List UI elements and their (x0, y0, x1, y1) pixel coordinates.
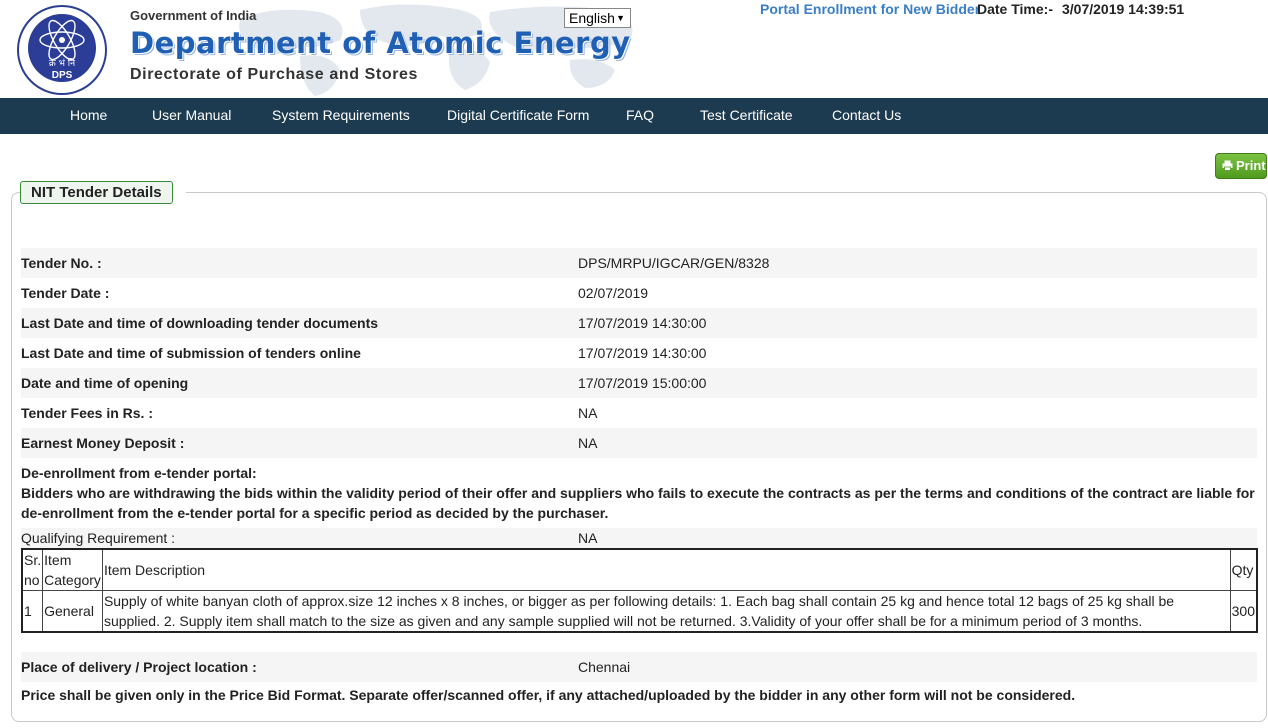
nav-digital-certificate-form[interactable]: Digital Certificate Form (447, 98, 589, 134)
cell-sr-no: 1 (21, 590, 44, 633)
price-bid-note: Price shall be given only in the Price B… (21, 687, 1076, 703)
detail-label: Date and time of opening (21, 375, 189, 391)
detail-label: Last Date and time of downloading tender… (21, 315, 379, 331)
detail-value: NA (578, 405, 598, 421)
detail-value: 17/07/2019 14:30:00 (578, 315, 707, 331)
government-of-india-text: Government of India (130, 8, 257, 23)
qualifying-requirement-row: Qualifying Requirement : NA (21, 528, 1257, 548)
qualifying-value: NA (578, 530, 598, 546)
cell-qty: 300 (1229, 590, 1258, 633)
main-navigation: Home User Manual System Requirements Dig… (0, 98, 1268, 134)
chevron-down-icon: ▼ (616, 13, 625, 23)
delivery-label: Place of delivery / Project location : (21, 659, 257, 675)
detail-row-tender-fees: Tender Fees in Rs. : NA (21, 398, 1257, 428)
svg-text:क्र भं नि: क्र भं नि (49, 57, 76, 69)
detail-label: Tender Date : (21, 285, 110, 301)
language-select-value: English (569, 10, 615, 26)
detail-row-emd: Earnest Money Deposit : NA (21, 428, 1257, 458)
date-time-value: 3/07/2019 14:39:51 (1062, 1, 1185, 17)
department-title: Department of Atomic Energy (130, 26, 631, 60)
table-row: 1 General Supply of white banyan cloth o… (21, 590, 1258, 633)
page-header: क्र भं नि DPS Government of India Depart… (0, 0, 1268, 98)
nav-contact-us[interactable]: Contact Us (832, 98, 901, 134)
detail-label: Tender Fees in Rs. : (21, 405, 153, 421)
svg-text:DPS: DPS (52, 70, 73, 81)
nav-faq[interactable]: FAQ (626, 98, 654, 134)
deenrollment-notice: De-enrollment from e-tender portal: Bidd… (21, 463, 1261, 523)
delivery-value: Chennai (578, 659, 631, 675)
table-header-row: Sr. no Item Category Item Description Qt… (21, 548, 1258, 591)
detail-row-tender-no: Tender No. : DPS/MRPU/IGCAR/GEN/8328 (21, 248, 1257, 278)
print-button[interactable]: Print (1215, 153, 1267, 179)
detail-row-last-download: Last Date and time of downloading tender… (21, 308, 1257, 338)
nav-user-manual[interactable]: User Manual (152, 98, 231, 134)
delivery-location-row: Place of delivery / Project location : C… (21, 652, 1257, 682)
detail-value: 17/07/2019 15:00:00 (578, 375, 707, 391)
detail-value: 17/07/2019 14:30:00 (578, 345, 707, 361)
qualifying-label: Qualifying Requirement : (21, 530, 176, 546)
detail-label: Tender No. : (21, 255, 102, 271)
deenrollment-title: De-enrollment from e-tender portal: (21, 465, 257, 481)
print-button-label: Print (1236, 158, 1266, 173)
cell-item-description: Supply of white banyan cloth of approx.s… (101, 590, 1231, 633)
column-header-sr-no: Sr. no (21, 548, 44, 591)
detail-value: 02/07/2019 (578, 285, 649, 301)
directorate-subtitle: Directorate of Purchase and Stores (130, 66, 419, 83)
detail-row-tender-date: Tender Date : 02/07/2019 (21, 278, 1257, 308)
dps-logo[interactable]: क्र भं नि DPS (8, 4, 116, 96)
deenrollment-text: Bidders who are withdrawing the bids wit… (21, 485, 1255, 521)
items-table: Sr. no Item Category Item Description Qt… (21, 548, 1258, 633)
nav-system-requirements[interactable]: System Requirements (272, 98, 410, 134)
detail-row-opening: Date and time of opening 17/07/2019 15:0… (21, 368, 1257, 398)
detail-label: Last Date and time of submission of tend… (21, 345, 361, 361)
portal-enrollment-link[interactable]: Portal Enrollment for New Bidder (760, 1, 980, 17)
column-header-item-description: Item Description (101, 548, 1231, 591)
nav-home[interactable]: Home (70, 98, 107, 134)
detail-row-last-submission: Last Date and time of submission of tend… (21, 338, 1257, 368)
nav-test-certificate[interactable]: Test Certificate (700, 98, 793, 134)
date-time-label: Date Time:- (977, 1, 1053, 17)
printer-icon (1222, 160, 1233, 171)
panel-title: NIT Tender Details (20, 181, 173, 204)
detail-value: NA (578, 435, 598, 451)
column-header-item-category: Item Category (42, 548, 103, 591)
cell-item-category: General (42, 590, 103, 633)
detail-label: Earnest Money Deposit : (21, 435, 185, 451)
language-select[interactable]: English ▼ (564, 8, 631, 28)
detail-value: DPS/MRPU/IGCAR/GEN/8328 (578, 255, 770, 271)
column-header-qty: Qty (1229, 548, 1258, 591)
